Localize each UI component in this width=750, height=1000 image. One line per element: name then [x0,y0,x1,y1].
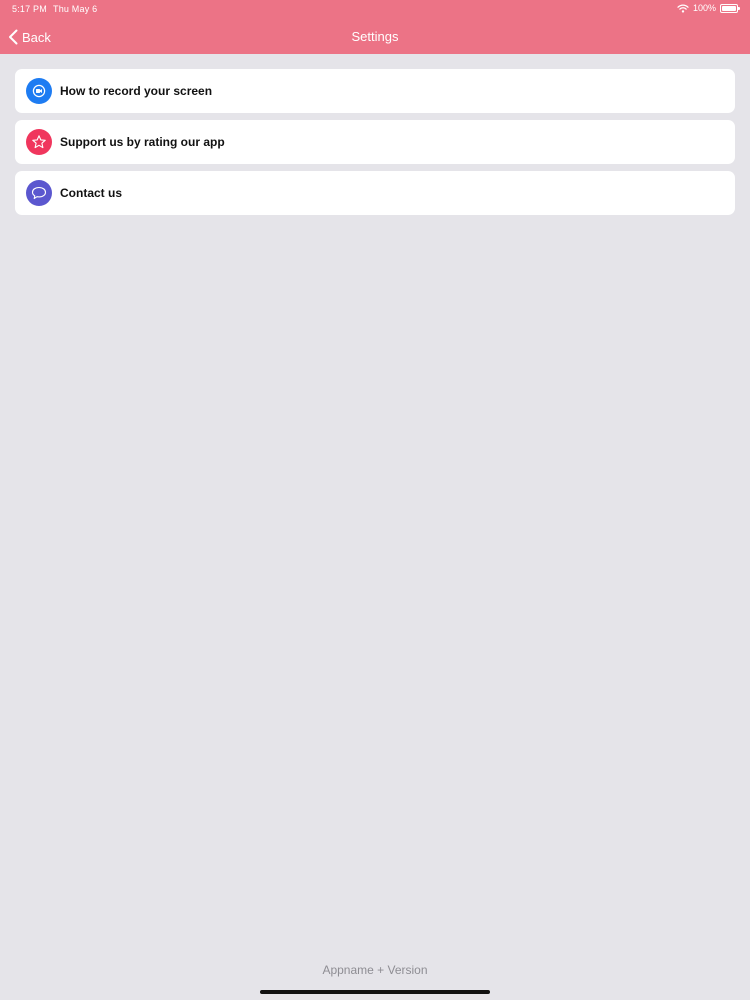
star-icon [26,129,52,155]
wifi-icon [677,3,689,13]
menu-item-label: Support us by rating our app [60,135,225,149]
menu-item-record-screen[interactable]: How to record your screen [15,69,735,113]
page-title: Settings [351,29,399,44]
navigation-bar: 5:17 PM Thu May 6 100% Back Settings [0,0,750,54]
status-date: Thu May 6 [53,4,98,14]
home-indicator[interactable] [260,990,490,994]
menu-item-contact-us[interactable]: Contact us [15,171,735,215]
battery-icon [720,3,740,13]
app-version-label: Appname + Version [322,963,428,977]
status-time: 5:17 PM [12,4,47,14]
menu-item-label: Contact us [60,186,123,200]
status-indicators: 100% [677,3,740,13]
menu-item-label: How to record your screen [60,84,213,98]
chat-bubble-icon [26,180,52,206]
settings-menu: How to record your screen Support us by … [15,69,735,222]
battery-percentage: 100% [692,3,716,13]
menu-item-rate-app[interactable]: Support us by rating our app [15,120,735,164]
screen-record-icon [26,78,52,104]
